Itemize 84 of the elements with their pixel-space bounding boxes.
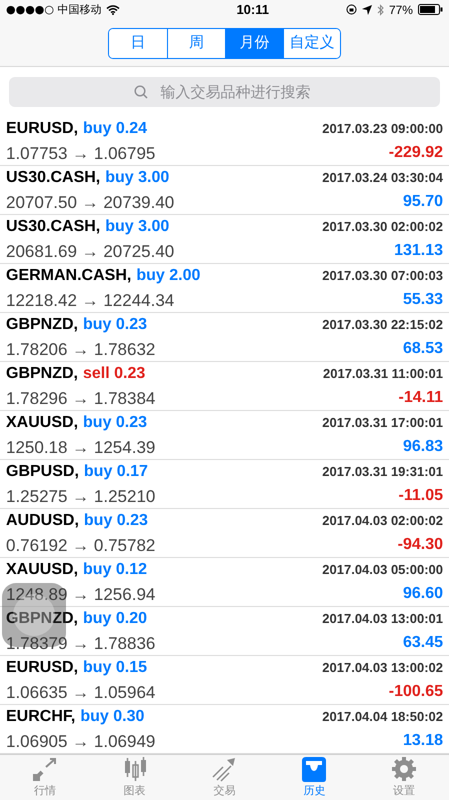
wifi-icon [106, 4, 120, 15]
profit-value: 13.18 [402, 731, 443, 752]
profit-value: 95.70 [402, 192, 443, 212]
deal-time: 2017.03.30 02:00:02 [322, 218, 443, 236]
deal-time: 2017.04.04 18:50:02 [322, 708, 443, 726]
symbol-name: EURUSD, [6, 118, 78, 139]
order-type: buy 0.23 [83, 412, 148, 433]
order-type: buy 0.20 [83, 608, 148, 629]
price-change: 1.06905 → 1.06949 [6, 730, 156, 753]
search-field[interactable]: 输入交易品种进行搜索 [9, 77, 440, 108]
symbol-name: US30.CASH, [6, 216, 100, 237]
symbol-name: GBPNZD, [6, 364, 78, 384]
symbol-name: GERMAN.CASH, [6, 266, 132, 286]
deal-row[interactable]: GBPNZD, sell 0.23 2017.03.31 11:00:01 1.78296 → 1.78384 -14.11 [0, 362, 449, 412]
deal-time: 2017.03.31 19:31:01 [322, 462, 443, 481]
search-icon [134, 85, 148, 100]
deal-time: 2017.03.24 03:30:04 [322, 168, 443, 187]
battery-percent: 77% [388, 2, 413, 19]
price-change: 20681.69 → 20725.40 [6, 240, 174, 263]
profit-value: 96.83 [402, 437, 443, 458]
period-tab[interactable]: 自定义 [283, 28, 340, 58]
order-type: buy 3.00 [105, 168, 170, 188]
order-type: buy 2.00 [136, 266, 200, 286]
profit-value: -14.11 [398, 388, 443, 408]
deal-time: 2017.03.30 22:15:02 [322, 316, 443, 334]
price-change: 1.06635 → 1.05964 [6, 682, 156, 704]
profit-value: -11.05 [398, 486, 443, 506]
price-change: 0.76192 → 0.75782 [6, 534, 156, 557]
clock-time: 10:11 [236, 1, 269, 20]
symbol-name: AUDUSD, [6, 510, 79, 531]
profit-value: -229.92 [388, 143, 443, 164]
symbol-name: US30.CASH, [6, 168, 100, 188]
profit-value: -94.30 [398, 535, 443, 556]
symbol-name: GBPNZD, [6, 314, 78, 335]
price-change: 12218.42 → 12244.34 [6, 290, 174, 312]
location-arrow-icon [362, 4, 372, 15]
price-change: 1.78296 → 1.78384 [6, 388, 156, 410]
price-change: 1.25275 → 1.25210 [6, 486, 156, 508]
profit-value: 55.33 [402, 290, 443, 310]
deal-row[interactable]: GBPNZD, buy 0.23 2017.03.30 22:15:02 1.78206 → 1.78632 68.53 [0, 313, 449, 362]
order-type: buy 0.30 [80, 706, 144, 727]
profit-value: 131.13 [394, 241, 443, 262]
symbol-name: EURCHF, [6, 706, 76, 727]
period-tab[interactable]: 月份 [225, 28, 283, 58]
symbol-name: XAUUSD, [6, 560, 78, 580]
tab-bar-item[interactable]: 历史 [269, 755, 360, 800]
order-type: buy 0.17 [84, 462, 148, 482]
deal-row[interactable]: EURUSD, buy 0.24 2017.03.23 09:00:00 1.07753 → 1.06795 -229.92 [0, 117, 449, 166]
rotation-lock-icon [346, 4, 357, 16]
order-type: buy 0.12 [83, 560, 148, 580]
symbol-name: EURUSD, [6, 658, 78, 678]
symbol-name: GBPUSD, [6, 462, 79, 482]
deal-time: 2017.04.03 13:00:01 [322, 610, 443, 628]
price-change: 1.07753 → 1.06795 [6, 142, 156, 165]
period-tab[interactable]: 周 [167, 28, 225, 58]
deal-time: 2017.04.03 02:00:02 [322, 512, 443, 530]
deal-time: 2017.03.31 17:00:01 [322, 414, 443, 432]
order-type: buy 0.15 [83, 658, 148, 678]
profit-value: 68.53 [402, 339, 443, 360]
battery-icon [418, 4, 443, 16]
profit-value: -100.65 [388, 682, 443, 702]
order-type: buy 0.23 [83, 314, 148, 335]
period-tab[interactable]: 日 [109, 28, 167, 58]
deal-time: 2017.04.03 05:00:00 [322, 560, 443, 579]
bluetooth-icon [376, 4, 384, 16]
deal-row[interactable]: GBPUSD, buy 0.17 2017.03.31 19:31:01 1.25275 → 1.25210 -11.05 [0, 460, 449, 510]
symbol-name: XAUUSD, [6, 412, 78, 433]
deal-row[interactable]: AUDUSD, buy 0.23 2017.04.03 02:00:02 0.76192 → 0.75782 -94.30 [0, 509, 449, 558]
order-type: buy 0.23 [84, 510, 148, 531]
price-change: 1250.18 → 1254.39 [6, 436, 156, 459]
deal-time: 2017.03.23 09:00:00 [322, 120, 443, 138]
carrier-name: ●●●●○ 中国移动 [6, 2, 102, 18]
symbol-name: GBPNZD, [6, 608, 78, 629]
price-change: 20707.50 → 20739.40 [6, 192, 174, 214]
order-type: buy 3.00 [105, 216, 170, 237]
deal-time: 2017.04.03 13:00:02 [322, 658, 443, 677]
profit-value: 96.60 [402, 584, 443, 604]
profit-value: 63.45 [402, 633, 443, 654]
deal-time: 2017.03.31 11:00:01 [323, 364, 443, 383]
order-type: buy 0.24 [83, 118, 148, 139]
deal-row[interactable]: EURUSD, buy 0.15 2017.04.03 13:00:02 1.06635 → 1.05964 -100.65 [0, 656, 449, 706]
deal-time: 2017.03.30 07:00:03 [322, 266, 443, 285]
price-change: 1.78206 → 1.78632 [6, 338, 156, 361]
order-type: sell 0.23 [83, 364, 146, 384]
